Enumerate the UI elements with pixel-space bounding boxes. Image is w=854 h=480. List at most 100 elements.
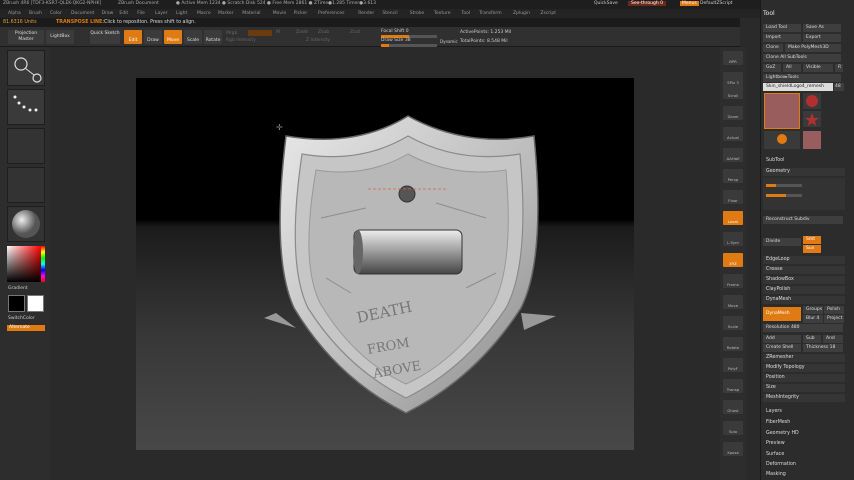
edit-button[interactable]: Edit [124, 30, 142, 44]
shelf-button-transp[interactable]: Transp [723, 379, 743, 393]
shadowbox-header[interactable]: ShadowBox [763, 276, 845, 284]
menu-item[interactable]: Picker [294, 11, 307, 16]
scale-button[interactable]: Scale [184, 30, 202, 44]
goz-button[interactable]: GoZ [763, 64, 781, 72]
current-tool-label[interactable]: Skin_shieldLogo4_remesh [763, 83, 833, 91]
menu-item[interactable]: Layer [155, 11, 168, 16]
menu-item[interactable]: Brush [29, 11, 42, 16]
shelf-button-scroll[interactable]: Scroll [723, 85, 743, 99]
zcut-button[interactable]: Zcut [350, 30, 360, 35]
shelf-button-zoom[interactable]: Zoom [723, 106, 743, 120]
menus-toggle[interactable]: Menus [680, 1, 699, 6]
tool-panel-title[interactable]: Tool [763, 10, 775, 17]
see-through-slider[interactable]: See-through 0 [628, 1, 666, 6]
cylinder-part[interactable] [353, 229, 463, 275]
deformation-header[interactable]: Deformation [763, 461, 845, 469]
preview-header[interactable]: Preview [763, 440, 845, 448]
meshintegrity-header[interactable]: MeshIntegrity [763, 394, 845, 402]
menu-item[interactable]: Edit [119, 11, 128, 16]
fibermesh-header[interactable]: FiberMesh [763, 419, 845, 427]
sub-button[interactable]: Sub [803, 335, 821, 343]
menu-item[interactable]: Tool [461, 11, 470, 16]
clone-all-subtools-button[interactable]: Clone All SubTools [763, 54, 841, 62]
shelf-button-spix-3[interactable]: SPix 3 [723, 72, 743, 86]
menu-item[interactable]: Stencil [382, 11, 397, 16]
shelf-button-xpose[interactable]: Xpose [723, 442, 743, 456]
zadd-button[interactable]: Zadd [296, 30, 308, 35]
menu-item[interactable]: Texture [434, 11, 450, 16]
groups-toggle[interactable]: Groups [803, 306, 823, 314]
material-thumbnail[interactable] [7, 206, 45, 242]
and-button[interactable]: And [823, 335, 843, 343]
geometry-hd-header[interactable]: Geometry HD [763, 430, 845, 438]
edgeloop-header[interactable]: EdgeLoop [763, 256, 845, 264]
hue-strip[interactable] [41, 246, 45, 282]
resolution-slider[interactable]: Resolution 480 [763, 324, 843, 332]
tool-thumb-cylinder[interactable] [803, 93, 821, 109]
clone-button[interactable]: Clone [763, 44, 783, 52]
shelf-button-rotate[interactable]: Rotate [723, 337, 743, 351]
menu-item[interactable]: Transform [479, 11, 501, 16]
shelf-button-l-sym[interactable]: L.Sym [723, 232, 743, 246]
focal-shift-label[interactable]: Focal Shift 0 [381, 29, 409, 34]
shelf-button-move[interactable]: Move [723, 295, 743, 309]
shield-model[interactable]: DEATH FROM ABOVE ✛ [136, 78, 634, 450]
menu-item[interactable]: Stroke [410, 11, 424, 16]
save-as-button[interactable]: Save As [803, 24, 841, 32]
draw-button[interactable]: Draw [144, 30, 162, 44]
masking-header[interactable]: Masking [763, 471, 845, 479]
switch-color-button[interactable]: SwitchColor [8, 316, 35, 321]
menu-item[interactable]: Material [242, 11, 260, 16]
shelf-button-floor[interactable]: Floor [723, 190, 743, 204]
menu-item[interactable]: Movie [273, 11, 286, 16]
shelf-button-actual[interactable]: Actual [723, 127, 743, 141]
shelf-button-local[interactable]: Local [723, 211, 743, 225]
r-button[interactable]: R [835, 64, 843, 72]
quick-sketch-button[interactable]: Quick Sketch [90, 30, 120, 44]
geometry-header[interactable]: Geometry [763, 168, 845, 176]
claypolish-header[interactable]: ClayPolish [763, 286, 845, 294]
menu-item[interactable]: Preferences [318, 11, 344, 16]
blur-slider[interactable]: Blur 4 [803, 315, 823, 323]
menu-item[interactable]: Zplugin [513, 11, 530, 16]
secondary-color-swatch[interactable] [27, 295, 44, 312]
z-intensity-label[interactable]: Z Intensity [306, 38, 330, 43]
rgb-button[interactable] [248, 30, 272, 36]
menu-item[interactable]: Document [71, 11, 94, 16]
menu-item[interactable]: Alpha [8, 11, 21, 16]
alternate-button[interactable]: Alternate [7, 325, 45, 331]
lightbox-button[interactable]: LightBox [46, 30, 74, 44]
create-shell-button[interactable]: Create Shell [763, 344, 801, 352]
load-tool-button[interactable]: Load Tool [763, 24, 801, 32]
alpha-thumbnail[interactable] [7, 128, 45, 164]
texture-thumbnail[interactable] [7, 167, 45, 203]
menu-item[interactable]: Marker [218, 11, 234, 16]
default-zscript-button[interactable]: DefaultZScript [700, 1, 733, 6]
suv-toggle[interactable]: Suv [803, 245, 821, 253]
polish-toggle[interactable]: Polish [824, 306, 844, 314]
draw-size-label[interactable]: Draw Size 38 [381, 38, 411, 43]
shelf-button-xyz[interactable]: XYZ [723, 253, 743, 267]
dynamic-button[interactable]: Dynamic [440, 39, 458, 44]
surface-header[interactable]: Surface [763, 451, 845, 459]
shelf-button-solo[interactable]: Solo [723, 421, 743, 435]
subtool-header[interactable]: SubTool [763, 157, 845, 165]
menu-item[interactable]: File [137, 11, 145, 16]
tool-thumb-skin[interactable] [764, 93, 800, 129]
menu-item[interactable]: Zscript [540, 11, 556, 16]
shelf-button-polyf[interactable]: PolyF [723, 358, 743, 372]
m-button[interactable]: M [276, 30, 280, 35]
zsub-button[interactable]: Zsub [318, 30, 329, 35]
layers-header[interactable]: Layers [763, 408, 845, 416]
reconstruct-subdiv-button[interactable]: Reconstruct Subdiv [763, 216, 843, 224]
shelf-button-persp[interactable]: Persp [723, 169, 743, 183]
menu-item[interactable]: Draw [102, 11, 114, 16]
main-color-swatch[interactable] [8, 295, 25, 312]
tool-thumb-polymesh[interactable] [803, 111, 821, 127]
add-button[interactable]: Add [763, 335, 801, 343]
document-viewport[interactable]: DEATH FROM ABOVE ✛ [136, 78, 634, 450]
color-picker[interactable] [7, 246, 41, 282]
menu-item[interactable]: Render [358, 11, 374, 16]
quicksave-button[interactable]: QuickSave [594, 1, 618, 6]
import-button[interactable]: Import [763, 34, 801, 42]
